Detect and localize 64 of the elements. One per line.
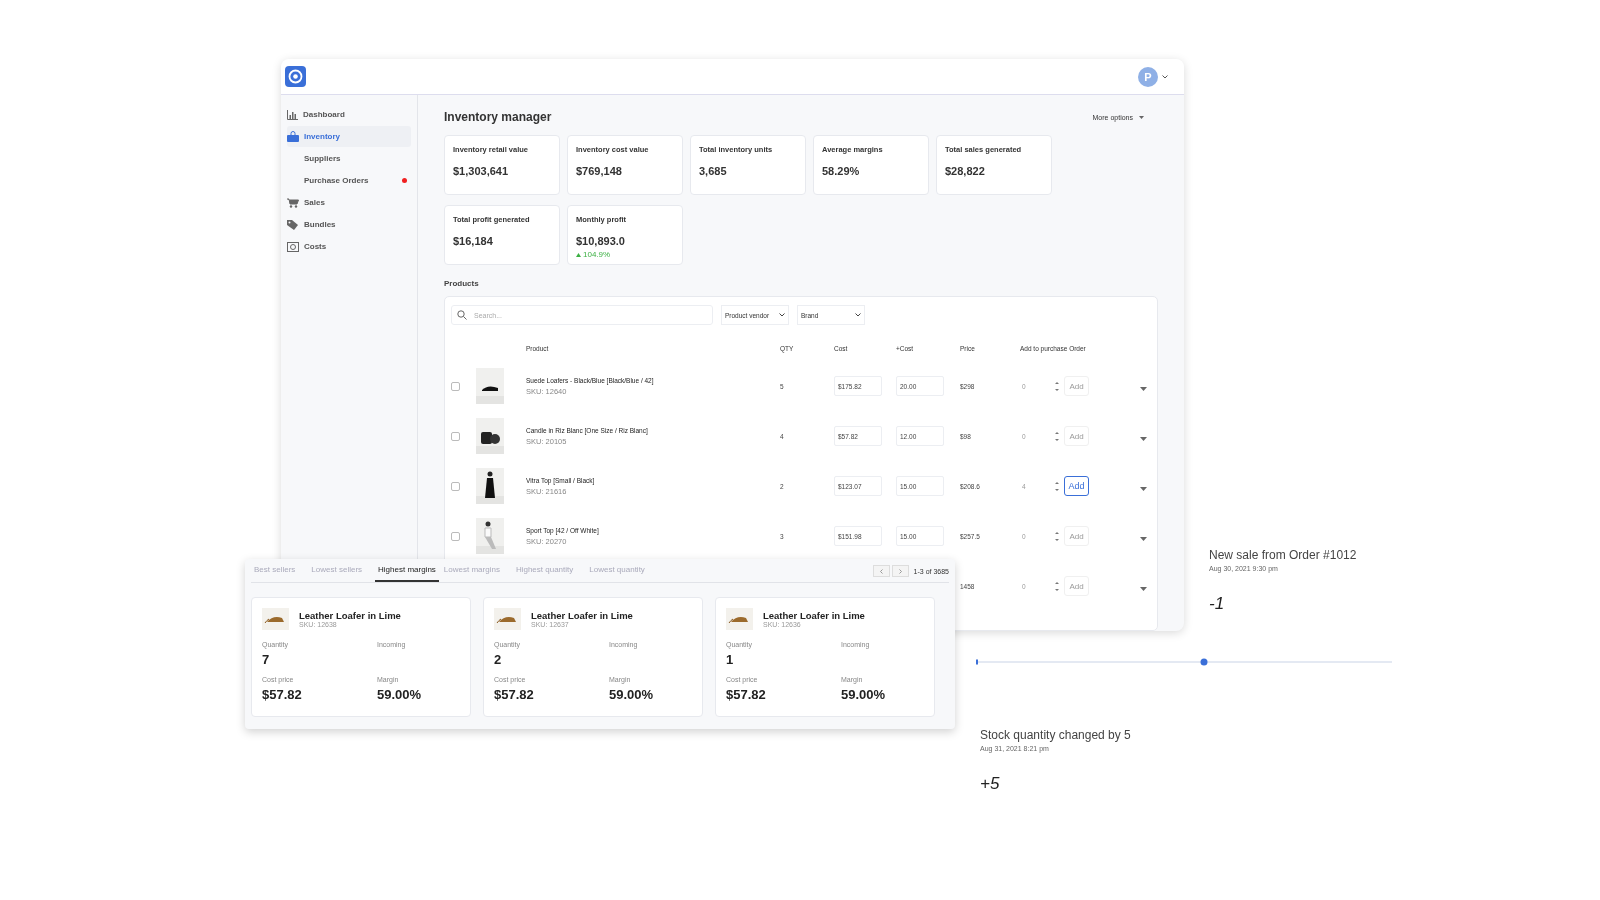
stepper-icon[interactable] <box>1055 480 1059 492</box>
product-name: Leather Loafer in Lime <box>531 610 633 621</box>
metric-value: $16,184 <box>453 235 494 247</box>
tag-icon <box>287 219 299 230</box>
stat-value: 59.00% <box>841 687 887 704</box>
banknote-icon <box>287 241 299 252</box>
chevron-down-icon <box>855 313 861 317</box>
row-checkbox[interactable] <box>451 531 460 541</box>
metric-value: $769,148 <box>576 165 623 177</box>
sidebar-item[interactable]: Sales <box>287 192 411 213</box>
stat-value: 59.00% <box>609 687 655 704</box>
sidebar-item[interactable]: Purchase Orders <box>287 170 411 191</box>
metric-value: 58.29% <box>822 165 861 177</box>
caret-icon[interactable] <box>1140 487 1147 491</box>
stat-value: $57.82 <box>494 687 535 704</box>
caret-icon <box>1139 115 1144 119</box>
caret-icon[interactable] <box>1140 537 1147 541</box>
caret-icon[interactable] <box>1140 587 1147 591</box>
event-title: Stock quantity changed by 5 <box>980 728 1131 742</box>
sidebar-item[interactable]: Dashboard <box>287 104 411 125</box>
section-title: Products <box>444 279 480 288</box>
stat-value: $57.82 <box>726 687 767 704</box>
logo-icon[interactable] <box>285 66 306 87</box>
chevron-right-icon <box>898 568 902 574</box>
quantity-change: -1 <box>1209 594 1226 614</box>
row-checkbox[interactable] <box>451 381 460 391</box>
cart-icon <box>287 197 299 208</box>
caret-icon[interactable] <box>1140 387 1147 391</box>
product-name: Leather Loafer in Lime <box>763 610 865 621</box>
stat-value: 1 <box>726 652 735 669</box>
chevron-down-icon <box>1162 74 1168 79</box>
chevron-down-icon <box>779 313 785 317</box>
tab[interactable]: Highest margins <box>375 565 439 582</box>
stepper-icon[interactable] <box>1055 580 1059 592</box>
alert-dot <box>402 178 407 183</box>
metric-value: $10,893.0 <box>576 235 626 247</box>
stat-value: 2 <box>494 652 503 669</box>
bag-icon <box>287 131 299 142</box>
trend-value: 104.9% <box>583 250 611 259</box>
metric-value: $28,822 <box>945 165 986 177</box>
metric-value: 3,685 <box>699 165 728 177</box>
chevron-left-icon <box>879 568 883 574</box>
bar-chart-icon <box>287 109 298 120</box>
sidebar-item[interactable]: Suppliers <box>287 148 411 169</box>
row-checkbox[interactable] <box>451 481 460 491</box>
quantity-change: +5 <box>980 774 1001 794</box>
metric-value: $1,303,641 <box>453 165 510 177</box>
page-title: Inventory manager <box>444 110 552 124</box>
stat-value: $57.82 <box>262 687 303 704</box>
stepper-icon[interactable] <box>1055 430 1059 442</box>
event-title: New sale from Order #1012 <box>1209 548 1357 562</box>
stepper-icon[interactable] <box>1055 530 1059 542</box>
sidebar-item[interactable]: Bundles <box>287 214 411 235</box>
stat-value: 59.00% <box>377 687 423 704</box>
stat-value: 7 <box>262 652 271 669</box>
up-triangle-icon <box>576 252 581 257</box>
sidebar-item[interactable]: Inventory <box>287 126 411 147</box>
stepper-icon[interactable] <box>1055 380 1059 392</box>
row-checkbox[interactable] <box>451 431 460 441</box>
search-icon <box>457 310 467 320</box>
sidebar-item[interactable]: Costs <box>287 236 411 257</box>
caret-icon[interactable] <box>1140 437 1147 441</box>
product-name: Leather Loafer in Lime <box>299 610 401 621</box>
add-button[interactable]: Add <box>1064 476 1089 496</box>
